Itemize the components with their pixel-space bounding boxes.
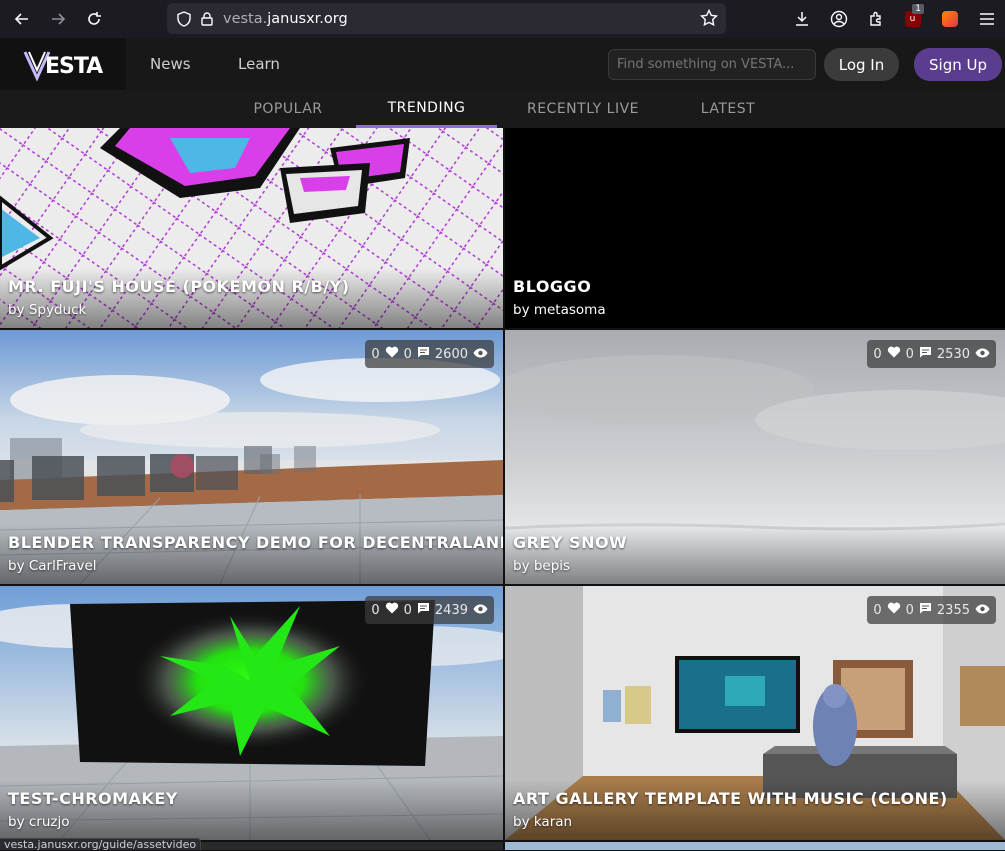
views-count: 2530 — [936, 346, 970, 362]
card-author[interactable]: by karan — [513, 814, 572, 830]
world-card[interactable] — [505, 842, 1005, 850]
svg-text:ESTA: ESTA — [45, 54, 103, 79]
eye-icon — [975, 347, 990, 362]
tab-popular[interactable]: POPULAR — [240, 90, 336, 128]
tabs-bar: POPULAR TRENDING RECENTLY LIVE LATEST — [0, 90, 1005, 128]
card-stats: 0 0 2600 — [365, 340, 494, 368]
lock-icon[interactable] — [199, 10, 215, 28]
world-card[interactable]: 0 0 2530 GREY SNOW by bepis — [505, 330, 1005, 584]
card-title[interactable]: BLENDER TRANSPARENCY DEMO FOR DECENTRALA… — [8, 533, 503, 552]
likes-count: 0 — [371, 602, 380, 618]
comments-count: 0 — [403, 602, 412, 618]
shield-icon[interactable] — [175, 10, 193, 28]
heart-icon[interactable] — [887, 346, 901, 362]
signup-button[interactable]: Sign Up — [914, 48, 1002, 81]
card-author[interactable]: by bepis — [513, 558, 570, 574]
reload-icon[interactable] — [76, 0, 112, 38]
eye-icon — [473, 347, 488, 362]
tab-recently-live[interactable]: RECENTLY LIVE — [516, 90, 650, 128]
url-text[interactable]: vesta.janusxr.org — [223, 11, 348, 27]
comments-count: 0 — [905, 602, 914, 618]
eye-icon — [473, 603, 488, 618]
world-grid: MR. FUJI'S HOUSE (POKEMON R/B/Y) by Spyd… — [0, 128, 1005, 850]
card-stats: 0 0 2530 — [867, 340, 996, 368]
browser-toolbar: vesta.janusxr.org u 1 — [0, 0, 1005, 38]
world-card[interactable]: MR. FUJI'S HOUSE (POKEMON R/B/Y) by Spyd… — [0, 128, 503, 328]
eye-icon — [975, 603, 990, 618]
search-input[interactable] — [608, 49, 816, 80]
url-host: janusxr.org — [267, 10, 348, 27]
extension-icon[interactable] — [931, 0, 968, 38]
card-stats: 0 0 2439 — [365, 596, 494, 624]
comments-count: 0 — [403, 346, 412, 362]
ublock-extension-icon[interactable]: u 1 — [894, 0, 931, 38]
card-title[interactable]: MR. FUJI'S HOUSE (POKEMON R/B/Y) — [8, 277, 350, 296]
likes-count: 0 — [371, 346, 380, 362]
menu-hamburger-icon[interactable] — [968, 0, 1005, 38]
address-bar[interactable]: vesta.janusxr.org — [167, 3, 726, 34]
card-title[interactable]: ART GALLERY TEMPLATE WITH MUSIC (CLONE) — [513, 789, 948, 808]
site-header: ESTA News Learn Log In Sign Up — [0, 38, 1005, 90]
comments-count: 0 — [905, 346, 914, 362]
account-icon[interactable] — [820, 0, 857, 38]
views-count: 2600 — [434, 346, 468, 362]
card-author[interactable]: by cruzjo — [8, 814, 69, 830]
login-button[interactable]: Log In — [824, 48, 899, 81]
heart-icon[interactable] — [385, 602, 399, 618]
card-title[interactable]: BLOGGO — [513, 277, 591, 296]
forward-arrow-icon[interactable] — [40, 0, 76, 38]
vesta-logo: ESTA — [23, 51, 103, 82]
world-card[interactable]: 0 0 2355 ART GALLERY TEMPLATE WITH MUSIC… — [505, 586, 1005, 840]
likes-count: 0 — [873, 602, 882, 618]
heart-icon[interactable] — [385, 346, 399, 362]
world-card[interactable]: BLOGGO by metasoma — [505, 128, 1005, 328]
tab-latest[interactable]: LATEST — [690, 90, 766, 128]
world-thumbnail — [505, 128, 1005, 328]
comment-icon[interactable] — [919, 346, 932, 362]
card-stats: 0 0 2355 — [867, 596, 996, 624]
orange-extension-icon — [941, 11, 958, 27]
nav-news[interactable]: News — [150, 38, 191, 90]
ublock-count-badge: 1 — [912, 4, 924, 14]
views-count: 2355 — [936, 602, 970, 618]
world-card[interactable]: 0 0 2600 BLENDER TRANSPARENCY DEMO FOR D… — [0, 330, 503, 584]
card-author[interactable]: by metasoma — [513, 302, 606, 318]
card-title[interactable]: GREY SNOW — [513, 533, 627, 552]
comment-icon[interactable] — [919, 602, 932, 618]
comment-icon[interactable] — [417, 346, 430, 362]
views-count: 2439 — [434, 602, 468, 618]
likes-count: 0 — [873, 346, 882, 362]
card-author[interactable]: by CarlFravel — [8, 558, 97, 574]
extensions-puzzle-icon[interactable] — [857, 0, 894, 38]
logo-link[interactable]: ESTA — [0, 38, 126, 90]
world-card[interactable]: 0 0 2439 TEST-CHROMAKEY by cruzjo — [0, 586, 503, 840]
downloads-icon[interactable] — [783, 0, 820, 38]
back-arrow-icon[interactable] — [4, 0, 40, 38]
heart-icon[interactable] — [887, 602, 901, 618]
card-title[interactable]: TEST-CHROMAKEY — [8, 789, 178, 808]
link-status-bar: vesta.janusxr.org/guide/assetvideo — [0, 838, 202, 851]
tab-trending[interactable]: TRENDING — [356, 90, 497, 128]
bookmark-star-icon[interactable] — [699, 8, 719, 32]
card-author[interactable]: by Spyduck — [8, 302, 86, 318]
comment-icon[interactable] — [417, 602, 430, 618]
nav-learn[interactable]: Learn — [238, 38, 280, 90]
url-subdomain: vesta. — [223, 10, 268, 27]
